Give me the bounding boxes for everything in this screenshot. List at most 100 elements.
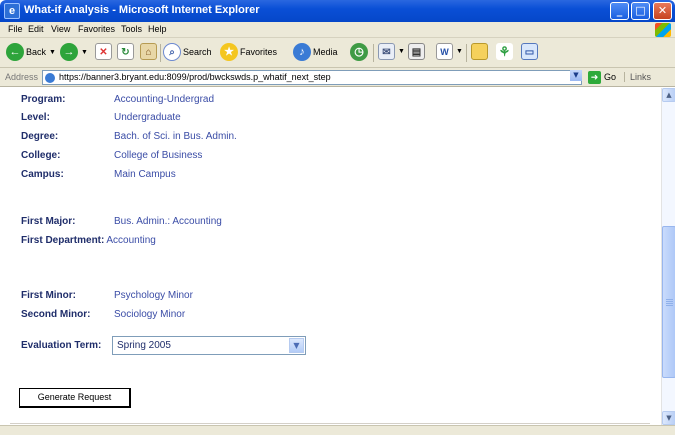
- back-label: Back: [26, 47, 47, 57]
- refresh-icon: ↻: [117, 43, 134, 60]
- media-button[interactable]: ♪ Media: [293, 43, 338, 63]
- links-button[interactable]: Links: [624, 72, 651, 82]
- edit-dropdown-icon[interactable]: ▼: [456, 48, 463, 55]
- menu-favorites[interactable]: Favorites: [78, 24, 115, 34]
- divider: [10, 423, 650, 424]
- forward-button[interactable]: → ▼: [60, 43, 88, 63]
- address-url: https://banner3.bryant.edu:8099/prod/bwc…: [59, 72, 331, 82]
- chevron-down-icon[interactable]: ▼: [289, 338, 304, 353]
- field-first-department: First Department: Accounting: [21, 228, 156, 246]
- field-first-major: First Major: Bus. Admin.: Accounting: [21, 209, 222, 227]
- evaluation-term-label: Evaluation Term:: [21, 340, 102, 351]
- address-label: Address: [5, 72, 39, 82]
- selected-term: Spring 2005: [117, 340, 171, 351]
- toolbar-separator: [466, 44, 467, 62]
- mail-dropdown-icon[interactable]: ▼: [398, 48, 405, 55]
- field-label: First Major:: [21, 216, 76, 227]
- search-icon: ⌕: [163, 43, 181, 61]
- field-label: Second Minor:: [21, 309, 91, 320]
- evaluation-term-select[interactable]: Spring 2005 ▼: [112, 336, 306, 355]
- field-label: Program:: [21, 94, 66, 105]
- ie-icon: e: [4, 3, 20, 19]
- word-icon: W: [436, 43, 453, 60]
- close-button[interactable]: ✕: [653, 2, 672, 20]
- mail-button[interactable]: ✉ ▼: [378, 43, 405, 63]
- history-button[interactable]: ◷: [350, 43, 368, 63]
- window-icon: ▭: [521, 43, 538, 60]
- forward-arrow-icon: →: [60, 43, 78, 61]
- home-button[interactable]: ⌂: [140, 43, 157, 63]
- generate-request-button[interactable]: Generate Request: [19, 388, 131, 408]
- stop-button[interactable]: ✕: [95, 43, 112, 63]
- field-label: Campus:: [21, 169, 64, 180]
- go-label: Go: [604, 71, 617, 82]
- menu-edit[interactable]: Edit: [28, 24, 44, 34]
- field-degree: Degree: Bach. of Sci. in Bus. Admin.: [21, 124, 237, 142]
- field-value: Main Campus: [114, 169, 176, 180]
- minimize-button[interactable]: _: [610, 2, 629, 20]
- toolbar: ← Back ▼ → ▼ ✕ ↻ ⌂ ⌕ Search ★ Favorites ♪ Medi…: [0, 38, 675, 68]
- star-icon: ★: [220, 43, 238, 61]
- go-button[interactable]: ➜ Go: [588, 71, 616, 84]
- go-arrow-icon: ➜: [588, 71, 601, 84]
- field-first-minor: First Minor: Psychology Minor: [21, 283, 193, 301]
- title-bar: e What-if Analysis - Microsoft Internet …: [0, 0, 675, 22]
- folder-icon: [471, 43, 488, 60]
- research-button[interactable]: ▭: [521, 43, 538, 63]
- discuss-button[interactable]: [471, 43, 488, 63]
- refresh-button[interactable]: ↻: [117, 43, 134, 63]
- field-value: Sociology Minor: [114, 309, 186, 320]
- field-value: Bach. of Sci. in Bus. Admin.: [114, 131, 237, 142]
- edit-button[interactable]: W ▼: [436, 43, 463, 63]
- field-value: Accounting-Undergrad: [114, 94, 215, 105]
- menu-tools[interactable]: Tools: [121, 24, 142, 34]
- history-icon: ◷: [350, 43, 368, 61]
- address-bar: Address https://banner3.bryant.edu:8099/…: [0, 68, 675, 87]
- print-icon: ▤: [408, 43, 425, 60]
- field-value: Bus. Admin.: Accounting: [114, 216, 222, 227]
- favorites-label: Favorites: [240, 47, 278, 57]
- field-value: Accounting: [106, 235, 156, 246]
- forward-dropdown-icon[interactable]: ▼: [81, 49, 88, 56]
- field-label: First Minor:: [21, 290, 76, 301]
- print-button[interactable]: ▤: [408, 43, 425, 63]
- home-icon: ⌂: [140, 43, 157, 60]
- window-title: What-if Analysis - Microsoft Internet Ex…: [24, 4, 260, 16]
- stop-icon: ✕: [95, 43, 112, 60]
- field-second-minor: Second Minor: Sociology Minor: [21, 302, 185, 320]
- page-icon: [45, 73, 55, 83]
- address-dropdown-icon[interactable]: ▼: [570, 70, 582, 81]
- menu-help[interactable]: Help: [148, 24, 167, 34]
- scroll-up-icon[interactable]: ▲: [662, 88, 675, 102]
- vertical-scrollbar[interactable]: ▲ ▼: [661, 88, 675, 425]
- favorites-button[interactable]: ★ Favorites: [220, 43, 277, 63]
- messenger-icon: ⚘: [496, 43, 513, 60]
- messenger-button[interactable]: ⚘: [496, 43, 513, 63]
- back-dropdown-icon[interactable]: ▼: [49, 49, 56, 56]
- media-icon: ♪: [293, 43, 311, 61]
- field-program: Program: Accounting-Undergrad: [21, 88, 214, 105]
- maximize-button[interactable]: □: [631, 2, 650, 20]
- field-value: Psychology Minor: [114, 290, 193, 301]
- back-arrow-icon: ←: [6, 43, 24, 61]
- field-college: College: College of Business: [21, 143, 202, 161]
- menu-file[interactable]: File: [8, 24, 23, 34]
- toolbar-separator: [160, 44, 161, 62]
- field-value: College of Business: [114, 150, 203, 161]
- field-value: Undergraduate: [114, 112, 181, 123]
- field-label: Level:: [21, 112, 50, 123]
- address-input[interactable]: https://banner3.bryant.edu:8099/prod/bwc…: [42, 70, 582, 85]
- search-button[interactable]: ⌕ Search: [163, 43, 212, 63]
- mail-icon: ✉: [378, 43, 395, 60]
- menu-bar: File Edit View Favorites Tools Help: [0, 22, 675, 38]
- scroll-down-icon[interactable]: ▼: [662, 411, 675, 425]
- field-label: First Department:: [21, 235, 105, 246]
- scroll-thumb[interactable]: [662, 226, 675, 378]
- grip-icon: [666, 299, 673, 306]
- status-bar: [0, 425, 675, 435]
- search-label: Search: [183, 47, 212, 57]
- back-button[interactable]: ← Back ▼: [6, 43, 56, 63]
- field-level: Level: Undergraduate: [21, 105, 181, 123]
- menu-view[interactable]: View: [51, 24, 70, 34]
- media-label: Media: [313, 47, 338, 57]
